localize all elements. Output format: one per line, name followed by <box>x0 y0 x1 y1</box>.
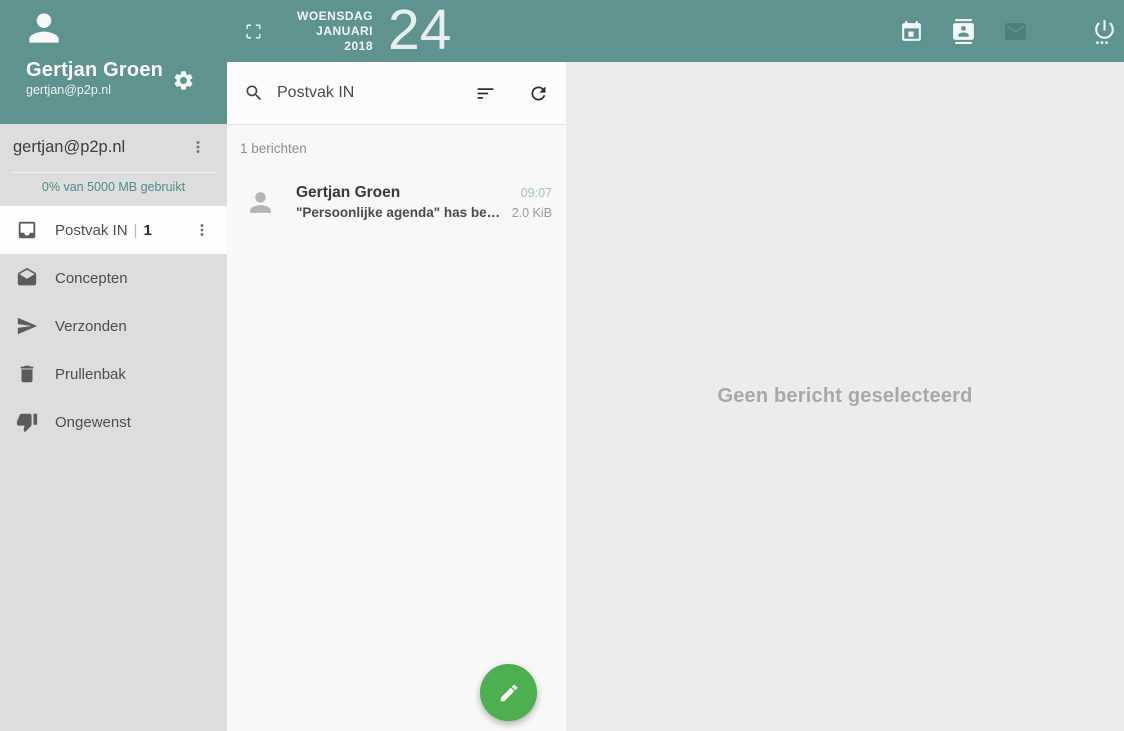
webmail-app: Gertjan Groen gertjan@p2p.nl gertjan@p2p… <box>0 0 1124 731</box>
folder-junk[interactable]: Ongewenst <box>0 398 227 446</box>
folder-label: Ongewenst <box>55 414 131 431</box>
message-body: Gertjan Groen 09:07 "Persoonlijke agenda… <box>296 184 552 220</box>
user-avatar-icon <box>22 6 66 50</box>
inbox-icon <box>16 219 38 241</box>
folder-label: Verzonden <box>55 318 127 335</box>
main-column: WOENSDAG JANUARI 2018 24 <box>227 0 1124 731</box>
folder-label: Concepten <box>55 270 128 287</box>
sender-avatar-icon <box>245 187 276 218</box>
account-menu-kebab-icon[interactable] <box>189 138 207 156</box>
refresh-icon[interactable] <box>528 83 549 104</box>
topbar: WOENSDAG JANUARI 2018 24 <box>227 0 1124 62</box>
account-email: gertjan@p2p.nl <box>13 138 125 157</box>
date-year: 2018 <box>285 39 373 54</box>
date-month: JANUARI <box>285 24 373 39</box>
trash-icon <box>16 363 38 385</box>
content-area: 1 berichten Gertjan Groen 09:07 "Persoon… <box>227 62 1124 731</box>
folder-list: Postvak IN | 1 Concepten Verzonden <box>0 206 227 446</box>
date-weekday: WOENSDAG <box>285 9 373 24</box>
date-day-number: 24 <box>388 0 451 60</box>
folder-inbox[interactable]: Postvak IN | 1 <box>0 206 227 254</box>
message-list-panel: 1 berichten Gertjan Groen 09:07 "Persoon… <box>227 62 566 731</box>
message-list-item[interactable]: Gertjan Groen 09:07 "Persoonlijke agenda… <box>227 156 566 220</box>
logout-power-icon[interactable] <box>1092 17 1117 45</box>
sidebar-user-header: Gertjan Groen gertjan@p2p.nl <box>0 0 227 124</box>
no-message-selected-text: Geen bericht geselecteerd <box>717 385 972 408</box>
message-size: 2.0 KiB <box>512 206 552 220</box>
date-block: WOENSDAG JANUARI 2018 <box>285 9 373 54</box>
folder-trash[interactable]: Prullenbak <box>0 350 227 398</box>
account-row[interactable]: gertjan@p2p.nl <box>0 124 227 170</box>
message-subject: "Persoonlijke agenda" has been cr... <box>296 205 506 220</box>
folder-label: Prullenbak <box>55 366 126 383</box>
topbar-app-icons <box>872 17 1124 45</box>
pencil-icon <box>498 682 520 704</box>
message-row-2: "Persoonlijke agenda" has been cr... 2.0… <box>296 205 552 220</box>
search-input[interactable] <box>277 84 475 102</box>
drafts-icon <box>16 267 38 289</box>
calendar-app-icon[interactable] <box>899 19 924 44</box>
search-bar <box>227 62 566 125</box>
fullscreen-icon[interactable] <box>244 22 263 41</box>
folder-unread-count: 1 <box>143 222 151 239</box>
message-sender: Gertjan Groen <box>296 184 400 202</box>
contacts-app-icon[interactable] <box>951 19 976 44</box>
message-time: 09:07 <box>521 186 552 200</box>
compose-button[interactable] <box>480 664 537 721</box>
settings-gear-icon[interactable] <box>172 69 195 92</box>
folder-sent[interactable]: Verzonden <box>0 302 227 350</box>
thumb-down-icon <box>16 411 38 433</box>
mail-app-icon[interactable] <box>1003 19 1028 44</box>
message-row-1: Gertjan Groen 09:07 <box>296 184 552 202</box>
sidebar: Gertjan Groen gertjan@p2p.nl gertjan@p2p… <box>0 0 227 731</box>
sort-icon[interactable] <box>475 83 496 104</box>
search-icon[interactable] <box>244 83 264 103</box>
quota-text: 0% van 5000 MB gebruikt <box>0 173 227 206</box>
folder-label: Postvak IN <box>55 222 128 239</box>
send-icon <box>16 315 38 337</box>
message-preview-panel: Geen bericht geselecteerd <box>566 62 1124 731</box>
folder-menu-kebab-icon[interactable] <box>193 221 211 239</box>
folder-drafts[interactable]: Concepten <box>0 254 227 302</box>
message-count: 1 berichten <box>227 125 566 156</box>
folder-count-separator: | <box>134 222 138 239</box>
